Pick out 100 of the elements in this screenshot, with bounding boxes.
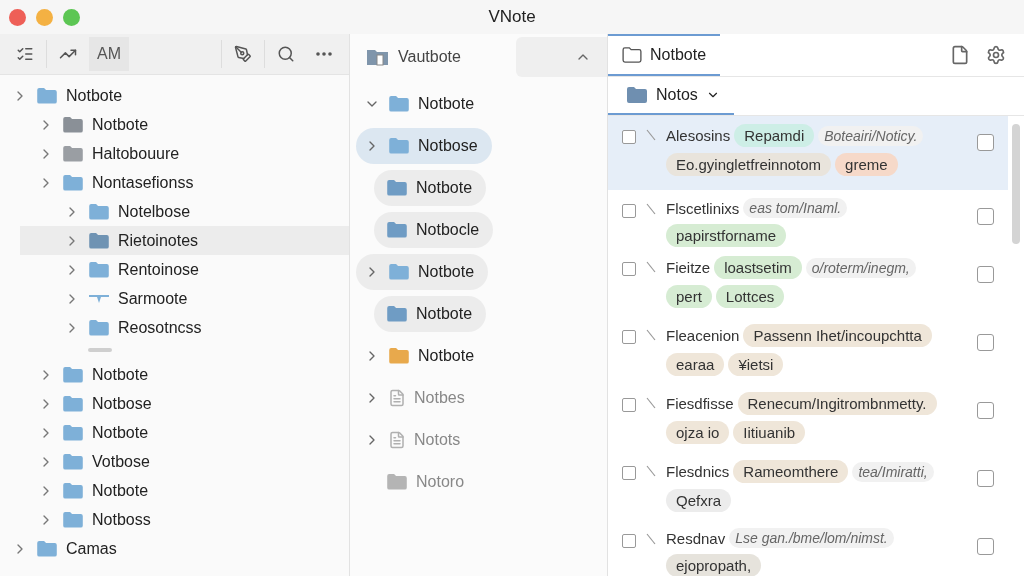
- folder-label: Notbote: [418, 95, 475, 113]
- folder-label: Notots: [414, 431, 461, 449]
- tree-label: Notboss: [92, 510, 151, 529]
- checkbox[interactable]: [622, 204, 636, 218]
- slash-icon: [646, 261, 656, 273]
- folder-label: Notbose: [418, 137, 478, 155]
- tag: ojza io: [666, 421, 730, 444]
- tree-label: Notbote: [92, 481, 149, 500]
- more-icon: [316, 52, 332, 56]
- close-button[interactable]: [9, 8, 26, 26]
- checkbox[interactable]: [622, 534, 636, 548]
- tag: Qefxra: [666, 489, 731, 512]
- tree-item[interactable]: Sarmoote: [0, 284, 349, 313]
- checkbox[interactable]: [622, 130, 636, 144]
- tree-label: Haltobouure: [92, 144, 180, 163]
- tag: Rameomthere: [733, 460, 849, 483]
- notebook-title: Vautbote: [398, 48, 462, 66]
- zoom-button[interactable]: [63, 8, 80, 26]
- folder-label: Notbote: [418, 263, 475, 281]
- note-title: Fieitze: [666, 259, 711, 276]
- pen-icon: [234, 45, 252, 63]
- toolbar-button[interactable]: AM: [89, 37, 129, 71]
- folder-item[interactable]: Notbote: [356, 338, 489, 374]
- folder-icon: [622, 47, 642, 63]
- note-path: Boteairi/Noticy.: [818, 125, 924, 146]
- tree-item[interactable]: Notbote: [0, 110, 349, 139]
- folder-item[interactable]: Notbote: [356, 86, 489, 122]
- note-item[interactable]: Fleacenion Passenn Ihet/incoupchtta earaa ¥ietsi: [608, 316, 1008, 384]
- note-item[interactable]: Flesdnics Rameomthere tea/Imiratti, Qefxra: [608, 452, 1008, 520]
- tree-item[interactable]: Notbote: [0, 360, 349, 389]
- tree-label: Notelbose: [118, 202, 191, 221]
- folder-item[interactable]: Notbocle: [374, 212, 494, 248]
- slash-icon: [646, 329, 656, 341]
- tree-item[interactable]: Votbose: [0, 447, 349, 476]
- tree-label: Reosotncss: [118, 318, 202, 337]
- checkbox[interactable]: [977, 402, 994, 419]
- minimize-button[interactable]: [36, 8, 53, 26]
- tag: papirstforname: [666, 224, 787, 247]
- settings-icon: [986, 45, 1006, 65]
- scrollbar-thumb[interactable]: [1012, 124, 1020, 244]
- note-path: Lse gan./bme/lom/nimst.: [729, 528, 894, 548]
- tag: earaa: [666, 353, 725, 376]
- checkbox[interactable]: [622, 466, 636, 480]
- tag: ¥ietsi: [728, 353, 784, 376]
- note-item[interactable]: Alesosins Repamdi Boteairi/Noticy. Eo.gyingletfreinnotom greme: [608, 116, 1008, 190]
- folder-item[interactable]: Notbote: [374, 296, 487, 332]
- note-item[interactable]: Resdnav Lse gan./bme/lom/nimst. ejopropath,: [608, 520, 1008, 576]
- tree-item[interactable]: Notelbose: [0, 197, 349, 226]
- tag: ejopropath,: [666, 554, 762, 576]
- tree-item[interactable]: Notbote: [0, 81, 349, 110]
- checkbox[interactable]: [977, 134, 994, 151]
- tree-label: Notbose: [92, 394, 152, 413]
- tree-label: Notbote: [66, 86, 123, 105]
- tree-label: Rietoinotes: [118, 231, 199, 250]
- checkbox[interactable]: [977, 538, 994, 555]
- note-item[interactable]: Fieitze loastsetim o/roterm/inegm, pert Lottces: [608, 248, 1008, 316]
- tree-item[interactable]: Reosotncss: [0, 313, 349, 342]
- slash-icon: [646, 397, 656, 409]
- tree-item[interactable]: Notboss: [0, 505, 349, 534]
- search-icon: [277, 45, 295, 63]
- checklist-icon: [16, 45, 34, 63]
- checkbox[interactable]: [622, 398, 636, 412]
- folder-item[interactable]: Notbote: [356, 254, 489, 290]
- folder-item[interactable]: Notots: [356, 422, 475, 458]
- tree-label: Rentoinose: [118, 260, 199, 279]
- tag: Repamdi: [734, 124, 815, 147]
- tree-label: Votbose: [92, 452, 150, 471]
- note-title: Flesdnics: [666, 463, 730, 480]
- tag: Lottces: [715, 285, 785, 308]
- tag: Iitiuanib: [733, 421, 806, 444]
- filter-label: Notos: [656, 86, 698, 104]
- tree-item[interactable]: Notbote: [0, 418, 349, 447]
- tree-item[interactable]: Notbose: [0, 389, 349, 418]
- folder-item[interactable]: Notbote: [374, 170, 487, 206]
- tree-item[interactable]: Camas: [0, 534, 349, 563]
- slash-icon: [646, 203, 656, 215]
- folder-item[interactable]: Notbose: [356, 128, 492, 164]
- folder-item[interactable]: Notbes: [356, 380, 479, 416]
- tree-item[interactable]: Rietoinotes: [20, 226, 349, 255]
- tab[interactable]: Notbote: [608, 34, 721, 76]
- tag: greme: [835, 153, 898, 176]
- tree-item[interactable]: Haltobouure: [0, 139, 349, 168]
- slash-icon: [646, 129, 656, 141]
- checkbox[interactable]: [977, 470, 994, 487]
- checkbox[interactable]: [977, 334, 994, 351]
- tag: Renecum/Ingitrombnmetty.: [737, 392, 937, 415]
- note-title: Fiesdfisse: [666, 395, 734, 412]
- note-item[interactable]: Fiesdfisse Renecum/Ingitrombnmetty. ojza io Iitiuanib: [608, 384, 1008, 452]
- document-icon: [950, 45, 970, 65]
- tree-item[interactable]: Rentoinose: [0, 255, 349, 284]
- folder-label: Notoro: [416, 473, 465, 491]
- folder-label: Notbote: [418, 347, 475, 365]
- note-title: Fleacenion: [666, 327, 740, 344]
- note-title: Resdnav: [666, 529, 726, 547]
- tree-item[interactable]: Nontasefionss: [0, 168, 349, 197]
- checkbox[interactable]: [622, 262, 636, 276]
- checkbox[interactable]: [977, 266, 994, 283]
- tree-item[interactable]: Notbote: [0, 476, 349, 505]
- checkbox[interactable]: [977, 208, 994, 225]
- checkbox[interactable]: [622, 330, 636, 344]
